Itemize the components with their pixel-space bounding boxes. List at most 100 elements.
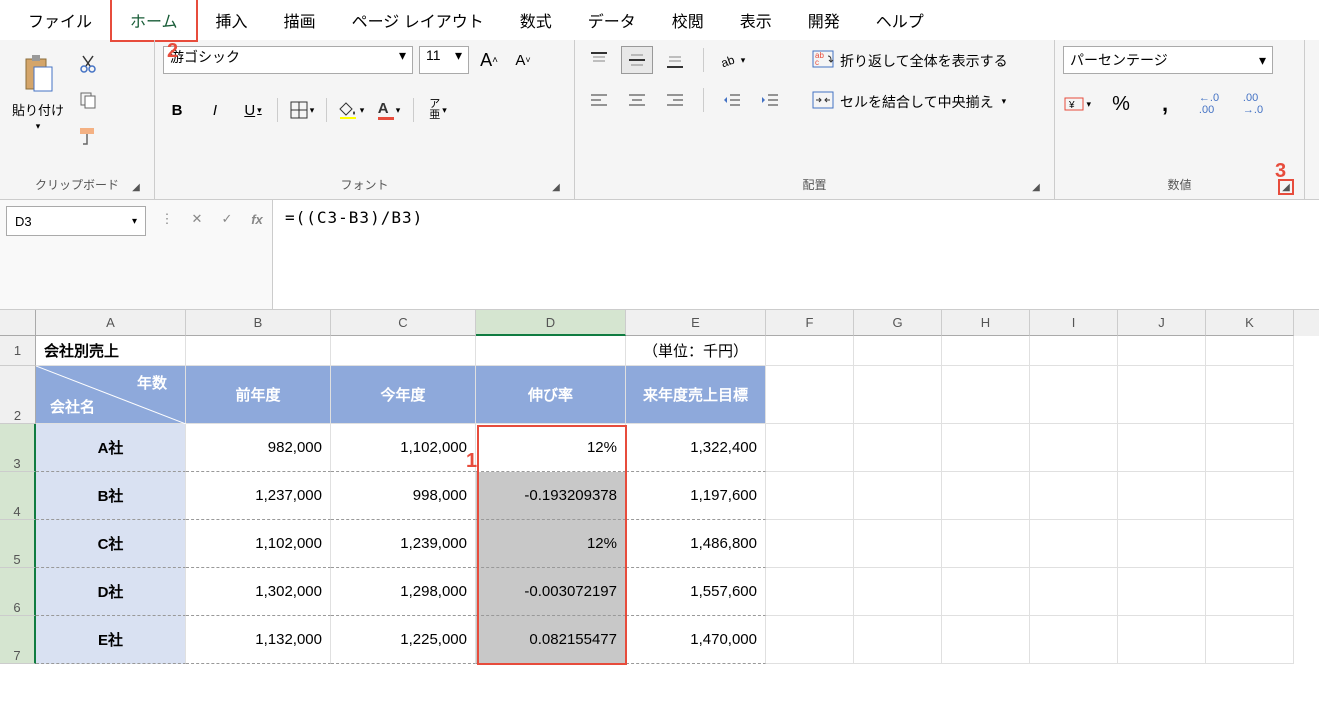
cell[interactable] xyxy=(1206,336,1294,366)
cell[interactable] xyxy=(942,424,1030,472)
cancel-icon[interactable]: ✕ xyxy=(186,208,208,230)
col-header-B[interactable]: B xyxy=(186,310,331,336)
enter-icon[interactable]: ✓ xyxy=(216,208,238,230)
menu-data[interactable]: データ xyxy=(570,0,654,40)
cell-unit[interactable]: （単位：千円） xyxy=(626,336,766,366)
row-header[interactable]: 6 xyxy=(0,568,36,616)
cell-prev[interactable]: 1,102,000 xyxy=(186,520,331,568)
menu-home[interactable]: ホーム xyxy=(110,0,198,42)
cell-rate[interactable]: -0.193209378 xyxy=(476,472,626,520)
cell-curr[interactable]: 1,298,000 xyxy=(331,568,476,616)
cell[interactable] xyxy=(1030,424,1118,472)
cell-target[interactable]: 1,557,600 xyxy=(626,568,766,616)
increase-indent-icon[interactable] xyxy=(754,86,786,114)
percent-button[interactable]: % xyxy=(1107,90,1135,118)
align-left-icon[interactable] xyxy=(583,86,615,114)
cell[interactable] xyxy=(854,520,942,568)
cell-prev[interactable]: 1,237,000 xyxy=(186,472,331,520)
cell-company[interactable]: E社 xyxy=(36,616,186,664)
col-header-G[interactable]: G xyxy=(854,310,942,336)
cell[interactable] xyxy=(854,616,942,664)
col-header-E[interactable]: E xyxy=(626,310,766,336)
row-header[interactable]: 1 xyxy=(0,336,36,366)
select-all-corner[interactable] xyxy=(0,310,36,336)
clipboard-launcher[interactable]: ◢ xyxy=(128,179,144,195)
cell-target[interactable]: 1,322,400 xyxy=(626,424,766,472)
cell[interactable] xyxy=(1118,520,1206,568)
number-format-select[interactable]: パーセンテージ▾ xyxy=(1063,46,1273,74)
cell[interactable] xyxy=(854,336,942,366)
cell-target[interactable]: 1,470,000 xyxy=(626,616,766,664)
cell-title[interactable]: 会社別売上 xyxy=(36,336,186,366)
cell[interactable] xyxy=(1030,366,1118,424)
cell[interactable] xyxy=(942,568,1030,616)
cell[interactable] xyxy=(1206,520,1294,568)
decrease-font-icon[interactable]: A˅ xyxy=(509,46,537,74)
cell-curr[interactable]: 1,239,000 xyxy=(331,520,476,568)
decrease-decimal-button[interactable]: .00→.0 xyxy=(1239,90,1267,118)
col-header-C[interactable]: C xyxy=(331,310,476,336)
cell-prev[interactable]: 982,000 xyxy=(186,424,331,472)
italic-button[interactable]: I xyxy=(201,96,229,124)
cell[interactable] xyxy=(942,616,1030,664)
menu-page-layout[interactable]: ページ レイアウト xyxy=(334,0,502,40)
cell-curr[interactable]: 1,225,000 xyxy=(331,616,476,664)
phonetic-button[interactable]: ア亜▾ xyxy=(424,96,452,124)
increase-decimal-button[interactable]: ←.0.00 xyxy=(1195,90,1223,118)
cell-prev[interactable]: 1,302,000 xyxy=(186,568,331,616)
menu-insert[interactable]: 挿入 xyxy=(198,0,266,40)
cell[interactable] xyxy=(854,472,942,520)
merge-center-button[interactable]: セルを結合して中央揃え ▾ xyxy=(806,87,1014,116)
cell[interactable] xyxy=(1118,336,1206,366)
align-bottom-icon[interactable] xyxy=(659,46,691,74)
wrap-text-button[interactable]: abc 折り返して全体を表示する xyxy=(806,46,1014,75)
row-header[interactable]: 7 xyxy=(0,616,36,664)
menu-draw[interactable]: 描画 xyxy=(266,0,334,40)
format-painter-icon[interactable] xyxy=(74,124,102,148)
align-center-icon[interactable] xyxy=(621,86,653,114)
cell-rate[interactable]: 0.082155477 xyxy=(476,616,626,664)
cell[interactable] xyxy=(854,424,942,472)
underline-button[interactable]: U▾ xyxy=(239,96,267,124)
cell-curr[interactable]: 998,000 xyxy=(331,472,476,520)
cell-company[interactable]: B社 xyxy=(36,472,186,520)
col-header-I[interactable]: I xyxy=(1030,310,1118,336)
col-header-target[interactable]: 来年度売上目標 xyxy=(626,366,766,424)
cell[interactable] xyxy=(1118,568,1206,616)
cell-target[interactable]: 1,197,600 xyxy=(626,472,766,520)
copy-icon[interactable] xyxy=(74,88,102,112)
cell[interactable] xyxy=(1118,366,1206,424)
font-name-select[interactable]: 游ゴシック ▾ xyxy=(163,46,413,74)
cell[interactable] xyxy=(1118,424,1206,472)
cell[interactable] xyxy=(1206,366,1294,424)
col-header-H[interactable]: H xyxy=(942,310,1030,336)
cell[interactable] xyxy=(1118,616,1206,664)
cell[interactable] xyxy=(766,336,854,366)
cell[interactable] xyxy=(1118,472,1206,520)
row-header[interactable]: 3 xyxy=(0,424,36,472)
orientation-button[interactable]: ab▾ xyxy=(716,46,748,74)
font-size-select[interactable]: 11 ▾ xyxy=(419,46,469,74)
cell[interactable] xyxy=(766,366,854,424)
align-right-icon[interactable] xyxy=(659,86,691,114)
cell[interactable] xyxy=(942,336,1030,366)
row-header[interactable]: 4 xyxy=(0,472,36,520)
cell-rate[interactable]: 12% xyxy=(476,424,626,472)
col-header-F[interactable]: F xyxy=(766,310,854,336)
cut-icon[interactable] xyxy=(74,52,102,76)
align-middle-icon[interactable] xyxy=(621,46,653,74)
formula-input[interactable]: =((C3-B3)/B3) xyxy=(272,200,1319,309)
cell-curr[interactable]: 1,102,000 xyxy=(331,424,476,472)
cell[interactable] xyxy=(766,472,854,520)
cell[interactable] xyxy=(766,568,854,616)
cell[interactable] xyxy=(1030,520,1118,568)
cell[interactable] xyxy=(331,336,476,366)
col-header-A[interactable]: A xyxy=(36,310,186,336)
col-header-curr[interactable]: 今年度 xyxy=(331,366,476,424)
font-color-button[interactable]: A▾ xyxy=(375,96,403,124)
cell[interactable] xyxy=(854,366,942,424)
col-header-K[interactable]: K xyxy=(1206,310,1294,336)
cell[interactable] xyxy=(1206,568,1294,616)
fill-color-button[interactable]: ▾ xyxy=(337,96,365,124)
row-header[interactable]: 5 xyxy=(0,520,36,568)
